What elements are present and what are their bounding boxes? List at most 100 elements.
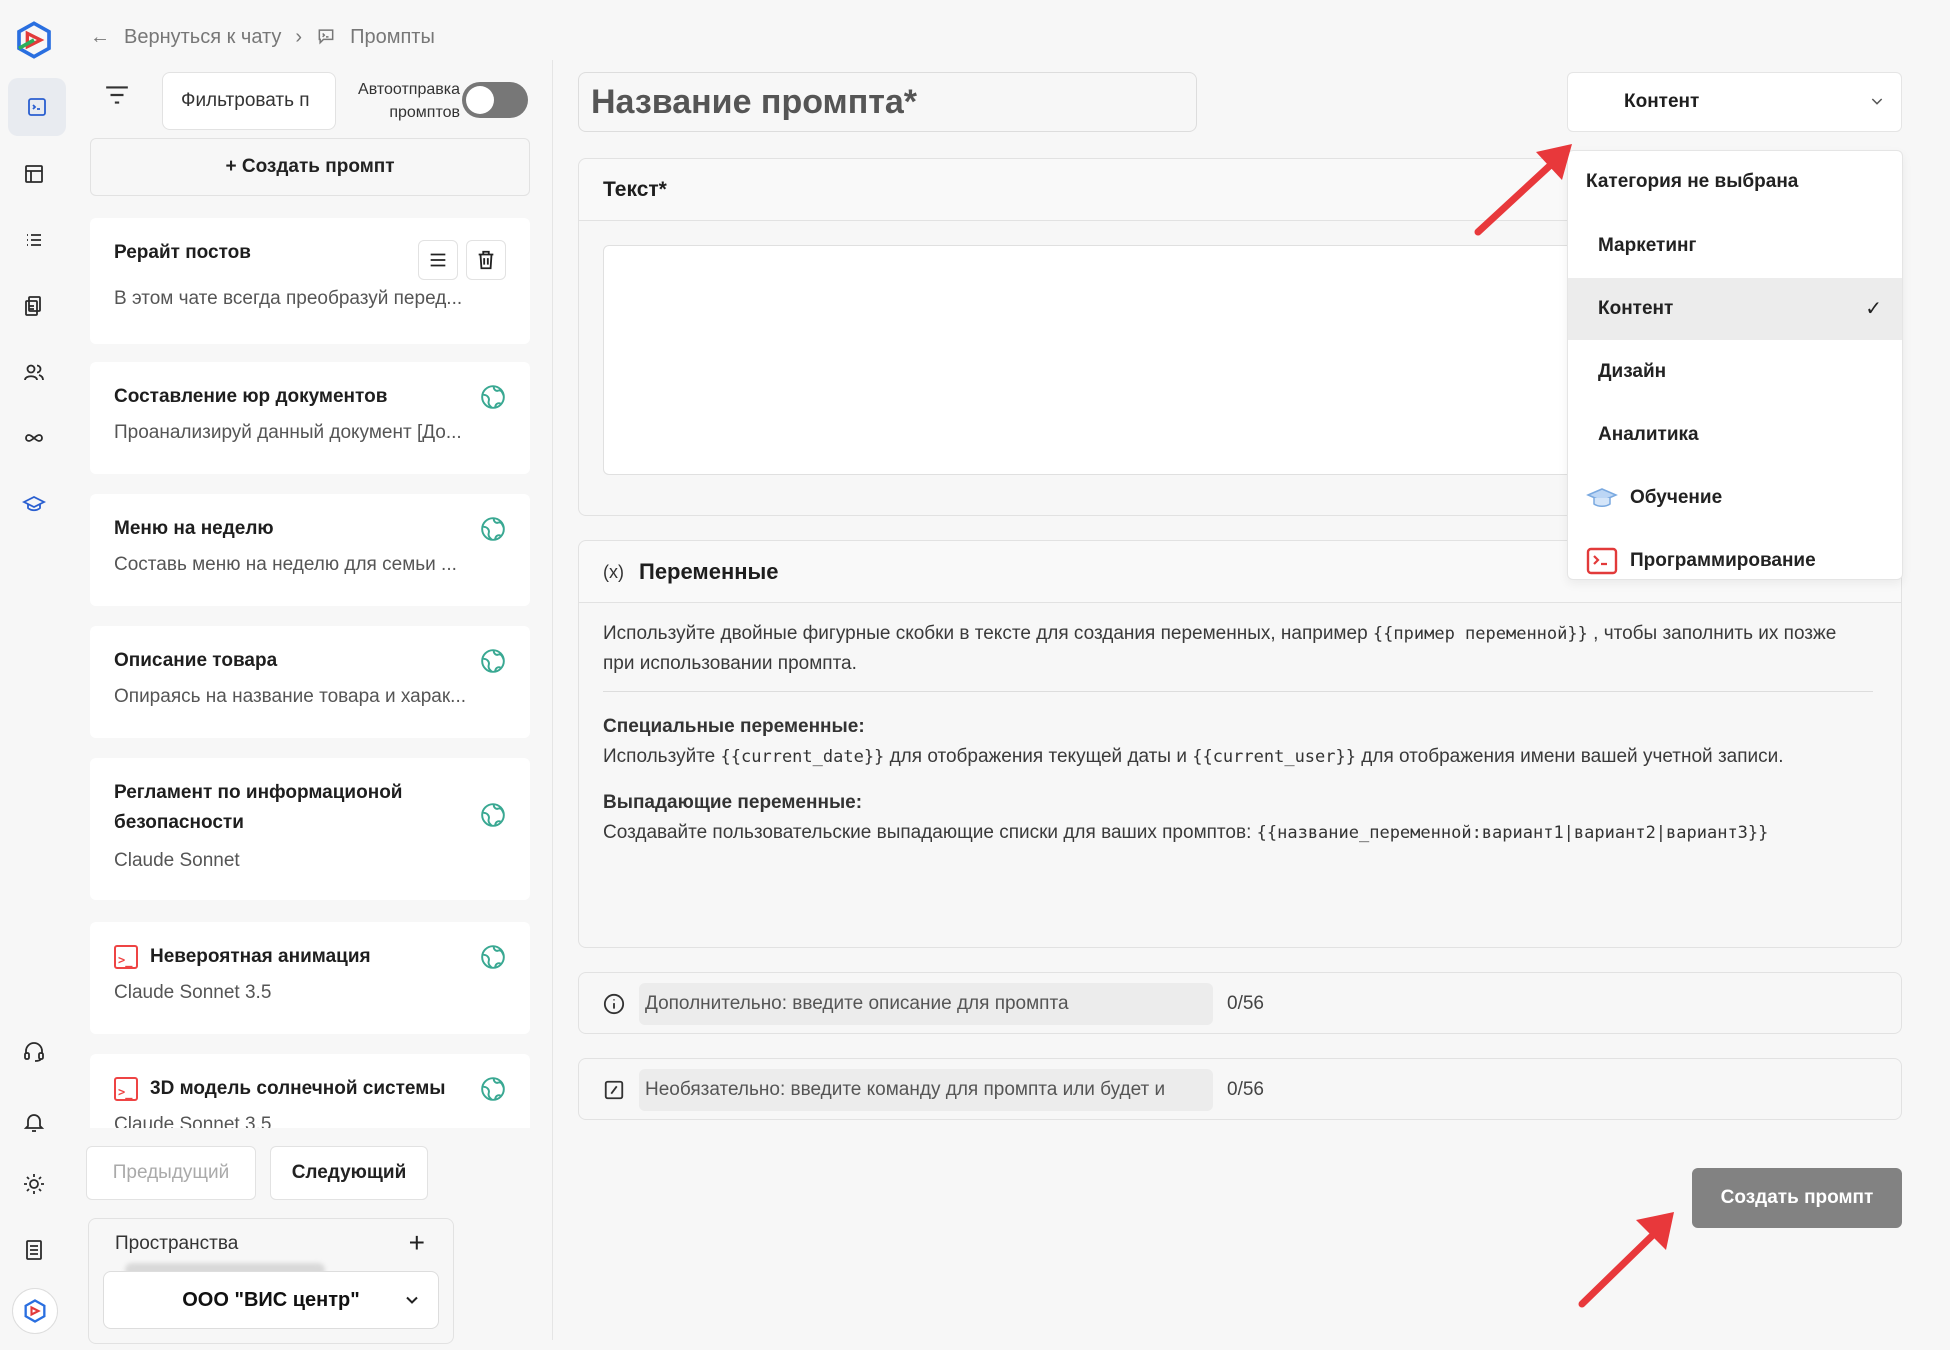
category-option-education[interactable]: Обучение	[1568, 467, 1902, 529]
spaces-panel: Пространства + ООО "ВИС центр"	[88, 1218, 454, 1344]
prompts-nav-icon[interactable]	[8, 78, 66, 136]
option-label: Программирование	[1630, 550, 1816, 571]
annotation-arrow-icon	[1578, 1212, 1674, 1308]
dropdown-code: {{название_переменной:вариант1|вариант2|…	[1256, 823, 1769, 843]
variables-panel: (x) Переменные Используйте двойные фигур…	[578, 540, 1902, 948]
prompt-subtitle: Claude Sonnet	[114, 850, 240, 871]
prompt-card[interactable]: Меню на неделю Составь меню на неделю дл…	[90, 494, 530, 606]
graduation-cap-icon	[1586, 488, 1618, 507]
prompt-subtitle: В этом чате всегда преобразуй перед...	[114, 288, 463, 309]
workspace-select[interactable]: ООО "ВИС центр"	[103, 1271, 439, 1329]
check-icon: ✓	[1865, 298, 1882, 320]
slash-command-icon	[604, 1080, 624, 1100]
prompt-card[interactable]: Рерайт постов В этом чате всегда преобра…	[90, 218, 530, 344]
prompt-subtitle: Проанализируй данный документ [До...	[114, 422, 462, 443]
category-dropdown: Категория не выбрана Маркетинг Контент ✓ …	[1567, 150, 1903, 580]
prompt-title: Регламент по информационой безопасности	[114, 782, 403, 833]
category-option-marketing[interactable]: Маркетинг	[1568, 215, 1902, 277]
category-select[interactable]: Контент	[1567, 72, 1902, 132]
prompt-name-input[interactable]: Название промпта*	[578, 72, 1197, 132]
prompt-text-area[interactable]	[603, 245, 1593, 475]
layout-nav-icon[interactable]	[14, 154, 54, 194]
prompt-list: Рерайт постов В этом чате всегда преобра…	[90, 218, 530, 1128]
create-prompt-button[interactable]: Создать промпт	[1692, 1168, 1902, 1228]
workspace-name: ООО "ВИС центр"	[182, 1289, 360, 1311]
notifications-bell-icon[interactable]	[14, 1102, 54, 1142]
filter-input[interactable]: Фильтровать п	[162, 72, 336, 130]
prompts-crumb-icon	[316, 26, 336, 49]
menu-icon[interactable]	[418, 240, 458, 280]
code-terminal-icon	[114, 1076, 138, 1107]
list-nav-icon[interactable]	[14, 220, 54, 260]
option-label: Обучение	[1630, 487, 1723, 508]
users-nav-icon[interactable]	[14, 352, 54, 392]
prompt-subtitle: Опираясь на название товара и харак...	[114, 686, 467, 707]
option-label: Категория не выбрана	[1586, 171, 1799, 192]
prompt-title: Меню на неделю	[114, 518, 274, 539]
variables-help: Используйте двойные фигурные скобки в те…	[603, 619, 1873, 848]
special-code-2: {{current_user}}	[1192, 747, 1356, 767]
description-input[interactable]: Дополнительно: введите описание для пром…	[639, 983, 1213, 1025]
category-option-design[interactable]: Дизайн	[1568, 341, 1902, 403]
intro-text-1: Используйте двойные фигурные скобки в те…	[603, 623, 1368, 644]
filter-icon[interactable]	[104, 84, 130, 106]
prompt-title-text: 3D модель солнечной системы	[150, 1078, 446, 1099]
prompt-subtitle: Claude Sonnet 3.5	[114, 1114, 272, 1128]
prompt-card[interactable]: Описание товара Опираясь на название тов…	[90, 626, 530, 738]
user-avatar[interactable]	[12, 1288, 58, 1334]
annotation-arrow-icon	[1474, 144, 1572, 236]
special-text-3: для отображения имени вашей учетной запи…	[1361, 746, 1784, 767]
next-page-button[interactable]: Следующий	[270, 1146, 428, 1200]
back-to-chat-link[interactable]: Вернуться к чату	[124, 26, 281, 49]
prompt-subtitle: Claude Sonnet 3.5	[114, 982, 272, 1003]
documents-nav-icon[interactable]	[14, 286, 54, 326]
special-vars-text: Используйте {{current_date}} для отображ…	[603, 742, 1873, 772]
public-globe-icon	[480, 944, 506, 970]
back-arrow-icon[interactable]: ←	[90, 26, 110, 49]
intro-code: {{пример переменной}}	[1372, 624, 1588, 644]
support-headset-icon[interactable]	[14, 1032, 54, 1072]
category-option-none[interactable]: Категория не выбрана	[1568, 151, 1902, 213]
option-label: Аналитика	[1598, 424, 1699, 445]
prompts-toolbar: Фильтровать п Автоотправка промптов	[88, 66, 532, 130]
prompt-title: Невероятная анимация	[114, 942, 371, 975]
education-nav-icon[interactable]	[14, 484, 54, 524]
info-icon	[603, 993, 625, 1015]
theme-sun-icon[interactable]	[14, 1164, 54, 1204]
command-input[interactable]: Необязательно: введите команду для промп…	[639, 1069, 1213, 1111]
category-option-analytics[interactable]: Аналитика	[1568, 404, 1902, 466]
chevron-down-icon	[1871, 98, 1883, 105]
pagination: Предыдущий Следующий	[86, 1146, 428, 1200]
autosend-toggle[interactable]	[462, 82, 528, 118]
option-label: Маркетинг	[1598, 235, 1697, 256]
prompt-card[interactable]: 3D модель солнечной системы Claude Sonne…	[90, 1054, 530, 1128]
autosend-label: Автоотправка промптов	[358, 81, 460, 121]
prompt-title: Рерайт постов	[114, 242, 251, 263]
special-title: Специальные переменные:	[603, 716, 865, 737]
code-terminal-icon	[114, 944, 138, 975]
prompt-card[interactable]: Составление юр документов Проанализируй …	[90, 362, 530, 474]
create-prompt-sidebar-button[interactable]: + Создать промпт	[90, 138, 530, 196]
variables-intro: Используйте двойные фигурные скобки в те…	[603, 619, 1873, 679]
delete-icon[interactable]	[466, 240, 506, 280]
prompt-title: Составление юр документов	[114, 386, 388, 407]
add-space-icon[interactable]: +	[409, 1227, 425, 1259]
app-logo-icon[interactable]	[12, 18, 56, 62]
dropdown-vars-text: Создавайте пользовательские выпадающие с…	[603, 818, 1873, 848]
prompt-card[interactable]: Регламент по информационой безопасности …	[90, 758, 530, 900]
public-globe-icon	[480, 802, 506, 828]
dropdown-text-1: Создавайте пользовательские выпадающие с…	[603, 822, 1252, 843]
prompt-card[interactable]: Невероятная анимация Claude Sonnet 3.5	[90, 922, 530, 1034]
category-option-programming[interactable]: Программирование	[1568, 530, 1902, 579]
infinity-nav-icon[interactable]	[14, 418, 54, 458]
breadcrumb: ← Вернуться к чату › Промпты	[90, 26, 435, 49]
breadcrumb-separator-icon: ›	[295, 26, 303, 48]
category-option-content[interactable]: Контент ✓	[1568, 278, 1902, 340]
special-code-1: {{current_date}}	[720, 747, 885, 767]
text-panel: Текст*	[578, 158, 1593, 516]
notes-icon[interactable]	[14, 1230, 54, 1270]
public-globe-icon	[480, 648, 506, 674]
previous-page-button[interactable]: Предыдущий	[86, 1146, 256, 1200]
command-field: Необязательно: введите команду для промп…	[578, 1058, 1902, 1120]
special-text-1: Используйте	[603, 746, 716, 767]
